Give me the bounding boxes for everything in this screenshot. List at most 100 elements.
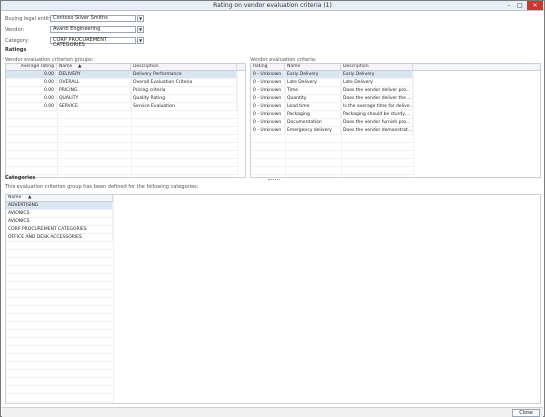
description-cell: Early Delivery: [341, 71, 413, 79]
empty-row: [6, 250, 113, 258]
empty-row: [6, 135, 237, 143]
description-cell: Overall Evaluation Criteria: [131, 79, 237, 87]
name-cell: Quantity: [285, 95, 341, 103]
vendor-field[interactable]: Avanti Engineering: [50, 26, 136, 33]
divider: [413, 71, 414, 177]
maximize-button[interactable]: □: [515, 1, 525, 10]
category-field[interactable]: CORP PROCUREMENT CATEGORIES: [50, 37, 136, 48]
table-row[interactable]: 0 - Unknown Quantity Does the vendor del…: [251, 95, 413, 103]
buying-entity-label: Buying legal entity:: [5, 16, 54, 22]
category-name-cell: OFFICE AND DESK ACCESSORIES: [6, 234, 113, 242]
rating-cell[interactable]: 0 - Unknown: [251, 111, 285, 119]
empty-row: [6, 394, 113, 402]
table-row[interactable]: CORP PROCUREMENT CATEGORIES: [6, 226, 113, 234]
description-cell: Quality Rating: [131, 95, 237, 103]
table-row[interactable]: 0 - Unknown Late Delivery Late Delivery: [251, 79, 413, 87]
vendor-dropdown-icon[interactable]: ▼: [137, 26, 144, 33]
criterion-groups-grid: Average rating Name ▲ Description 0.00 DE…: [5, 63, 246, 178]
table-row[interactable]: 0 - Unknown Emergency delivery Does the …: [251, 127, 413, 135]
col-rating[interactable]: Rating: [251, 64, 285, 70]
close-button[interactable]: Close: [512, 409, 540, 417]
description-cell: Does the vendor demonstrat...: [343, 127, 413, 135]
splitter-handle[interactable]: [268, 179, 280, 181]
table-row[interactable]: OFFICE AND DESK ACCESSORIES: [6, 234, 113, 242]
table-row[interactable]: AVIONICS: [6, 210, 113, 218]
name-cell: Documentation: [285, 119, 341, 127]
table-row[interactable]: 0 - Unknown Early Delivery Early Deliver…: [251, 71, 413, 79]
table-row[interactable]: ADVERTISING: [6, 202, 113, 210]
category-name-cell: ADVERTISING: [6, 202, 113, 210]
title-bar: Rating on vendor evaluation criteria (1)…: [1, 1, 544, 11]
rating-cell[interactable]: 0 - Unknown: [251, 127, 285, 135]
description-cell: Does the vendor deliver the ...: [343, 95, 413, 103]
col-category-name[interactable]: Name ▲: [6, 195, 113, 201]
name-cell: Time: [285, 87, 341, 95]
name-cell: Late Delivery: [285, 79, 341, 87]
sort-asc-icon: ▲: [28, 195, 32, 200]
empty-row: [6, 266, 113, 274]
categories-note: This evaluation criterion group has been…: [5, 184, 199, 190]
table-row[interactable]: 0.00 PRICING Pricing criteria: [6, 87, 237, 95]
category-name-cell: AVIONICS: [6, 210, 113, 218]
name-cell: Packaging: [285, 111, 341, 119]
empty-row: [6, 143, 237, 151]
empty-row: [251, 143, 413, 151]
category-dropdown-icon[interactable]: ▼: [137, 37, 144, 44]
empty-row: [6, 378, 113, 386]
description-cell: Service Evaluation: [131, 103, 237, 111]
categories-header: Name ▲: [6, 195, 113, 202]
empty-row: [6, 354, 113, 362]
rating-cell[interactable]: 0 - Unknown: [251, 119, 285, 127]
dialog-window: Rating on vendor evaluation criteria (1)…: [0, 0, 545, 417]
empty-row: [6, 386, 113, 394]
empty-row: [6, 298, 113, 306]
avg-rating-cell: 0.00: [6, 79, 57, 87]
table-row[interactable]: 0 - Unknown Lead time Is the average tim…: [251, 103, 413, 111]
ratings-section-title: Ratings: [5, 47, 27, 53]
empty-row: [6, 338, 113, 346]
table-row[interactable]: 0 - Unknown Packaging Packaging should b…: [251, 111, 413, 119]
empty-row: [6, 282, 113, 290]
col-name[interactable]: Name: [285, 64, 341, 70]
description-cell: Packaging should be sturdy,...: [341, 111, 413, 119]
rating-cell[interactable]: 0 - Unknown: [251, 103, 285, 111]
close-window-button[interactable]: ✕: [527, 1, 543, 10]
empty-row: [6, 314, 113, 322]
criteria-header: Rating Name Description: [251, 64, 540, 71]
table-row[interactable]: AVIONICS: [6, 218, 113, 226]
rating-cell[interactable]: 0 - Unknown: [251, 79, 285, 87]
table-row[interactable]: 0.00 OVERALL Overall Evaluation Criteria: [6, 79, 237, 87]
description-cell: Is the average time for delive...: [343, 103, 413, 111]
sort-asc-icon: ▲: [78, 64, 82, 69]
table-row[interactable]: 0 - Unknown Documentation Does the vendo…: [251, 119, 413, 127]
empty-row: [6, 322, 113, 330]
col-name-label: Name: [59, 64, 73, 69]
buying-entity-dropdown-icon[interactable]: ▼: [137, 15, 144, 22]
name-cell: PRICING: [57, 87, 131, 95]
description-cell: Does the vendor furnish pro...: [341, 119, 413, 127]
groups-header: Average rating Name ▲ Description: [6, 64, 245, 71]
empty-row: [251, 151, 413, 159]
category-name-cell: CORP PROCUREMENT CATEGORIES: [6, 226, 113, 234]
col-average-rating[interactable]: Average rating: [6, 64, 57, 70]
rating-cell[interactable]: 0 - Unknown: [251, 71, 285, 79]
buying-entity-field[interactable]: Contoso Silver Smiths: [50, 15, 136, 22]
col-description[interactable]: Description: [341, 64, 413, 70]
table-row[interactable]: 0.00 DELIVERY Delivery Performance: [6, 71, 237, 79]
col-description[interactable]: Description: [131, 64, 237, 70]
table-row[interactable]: 0.00 SERVICE Service Evaluation: [6, 103, 237, 111]
col-name[interactable]: Name ▲: [57, 64, 131, 70]
dialog-footer: Close: [2, 407, 543, 417]
empty-row: [6, 119, 237, 127]
empty-row: [6, 127, 237, 135]
table-row[interactable]: 0.00 QUALITY Quality Rating: [6, 95, 237, 103]
rating-cell[interactable]: 0 - Unknown: [251, 95, 285, 103]
minimize-button[interactable]: -: [504, 1, 514, 10]
empty-row: [6, 258, 113, 266]
empty-row: [6, 290, 113, 298]
col-category-name-label: Name: [8, 195, 22, 200]
table-row[interactable]: 0 - Unknown Time Does the vendor deliver…: [251, 87, 413, 95]
name-cell: SERVICE: [57, 103, 131, 111]
rating-cell[interactable]: 0 - Unknown: [251, 87, 285, 95]
divider: [237, 71, 238, 177]
